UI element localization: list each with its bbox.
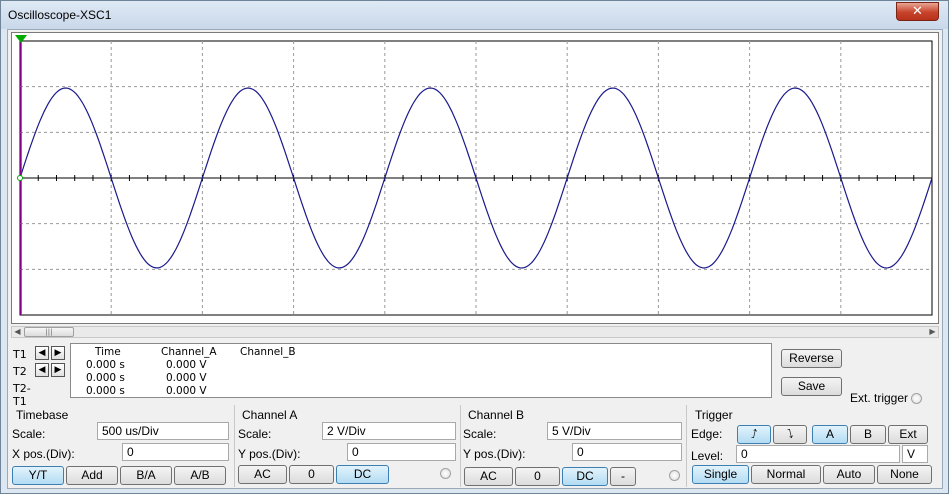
channel-b-ypos-field[interactable]: 0 — [572, 443, 682, 461]
readout-t2t1-time: 0.000 s — [86, 385, 125, 397]
reverse-button[interactable]: Reverse — [781, 349, 842, 368]
t2-left-arrow-icon[interactable]: ◀ — [35, 363, 49, 377]
channel-b-terminal[interactable] — [669, 470, 680, 481]
channel-b-zero-button[interactable]: 0 — [515, 467, 560, 486]
channel-b-minus-button[interactable]: - — [610, 467, 636, 486]
cursor-t2-label: T2 — [13, 365, 27, 378]
oscilloscope-window: Oscilloscope-XSC1 ✕ ◀ ||| ▶ T1 ◀ ▶ T2 ◀ … — [0, 0, 949, 494]
channel-a-scale-field[interactable]: 2 V/Div — [322, 422, 456, 440]
ext-trigger-label: Ext. trigger — [850, 391, 909, 405]
client-area: ◀ ||| ▶ T1 ◀ ▶ T2 ◀ ▶ T2-T1 Time Channel… — [7, 29, 943, 489]
channel-a-title: Channel A — [242, 408, 298, 422]
readout-header-time: Time — [95, 346, 121, 358]
channel-b-dc-button[interactable]: DC — [562, 467, 608, 486]
scope-screen — [15, 35, 933, 316]
t2-right-arrow-icon[interactable]: ▶ — [51, 363, 65, 377]
horizontal-scrollbar[interactable]: ◀ ||| ▶ — [11, 326, 939, 338]
trigger-title: Trigger — [695, 408, 733, 422]
mode-ab-button[interactable]: A/B — [174, 466, 226, 485]
readout-t1-time: 0.000 s — [86, 359, 125, 371]
mode-ba-button[interactable]: B/A — [120, 466, 172, 485]
xpos-field[interactable]: 0 — [122, 443, 229, 461]
mode-yt-button[interactable]: Y/T — [12, 466, 64, 485]
trigger-level-unit[interactable]: V — [902, 445, 928, 463]
cursor-t2t1-label: T2-T1 — [13, 382, 31, 408]
ground-marker-icon — [17, 175, 23, 181]
t1-right-arrow-icon[interactable]: ▶ — [51, 346, 65, 360]
timebase-title: Timebase — [16, 408, 69, 422]
scope-display[interactable] — [11, 32, 939, 324]
trigger-auto-button[interactable]: Auto — [823, 465, 875, 484]
trigger-none-button[interactable]: None — [877, 465, 932, 484]
channel-b-scale-label: Scale: — [463, 427, 497, 441]
channel-a-ypos-label: Y pos.(Div): — [238, 447, 301, 461]
rising-edge-icon: ⭜ — [750, 427, 758, 441]
channel-a-dc-button[interactable]: DC — [336, 465, 389, 484]
xpos-label: X pos.(Div): — [12, 447, 75, 461]
readout-t2-channel-a: 0.000 V — [166, 372, 207, 384]
channel-a-scale-label: Scale: — [238, 427, 272, 441]
trigger-source-b-button[interactable]: B — [850, 425, 886, 444]
divider — [460, 405, 461, 487]
trigger-level-label: Level: — [691, 449, 724, 463]
scroll-thumb[interactable]: ||| — [24, 327, 74, 337]
readout-t2-time: 0.000 s — [86, 372, 125, 384]
readout-t2t1-channel-a: 0.000 V — [166, 385, 207, 397]
channel-a-ypos-field[interactable]: 0 — [347, 443, 456, 461]
t1-left-arrow-icon[interactable]: ◀ — [35, 346, 49, 360]
channel-a-zero-button[interactable]: 0 — [289, 465, 334, 484]
window-title: Oscilloscope-XSC1 — [8, 8, 112, 22]
readout-header-channel-a: Channel_A — [161, 346, 217, 358]
trigger-source-ext-button[interactable]: Ext — [888, 425, 928, 444]
cursor-t1-label: T1 — [13, 348, 27, 361]
channel-a-terminal[interactable] — [440, 468, 451, 479]
timebase-scale-field[interactable]: 500 us/Div — [97, 422, 229, 440]
close-button[interactable]: ✕ — [896, 2, 939, 21]
mode-add-button[interactable]: Add — [66, 466, 118, 485]
readout-t1-channel-a: 0.000 V — [166, 359, 207, 371]
ext-trigger-terminal[interactable] — [911, 393, 922, 404]
channel-b-ac-button[interactable]: AC — [464, 467, 513, 486]
edge-rising-button[interactable]: ⭜ — [737, 425, 771, 444]
edge-falling-button[interactable]: ⭝ — [773, 425, 807, 444]
trigger-level-field[interactable]: 0 — [736, 445, 900, 463]
measurement-readout: Time Channel_A Channel_B 0.000 s 0.000 V… — [70, 343, 772, 398]
save-button[interactable]: Save — [781, 377, 842, 396]
readout-header-channel-b: Channel_B — [240, 346, 296, 358]
falling-edge-icon: ⭝ — [786, 427, 794, 441]
scroll-left-icon[interactable]: ◀ — [12, 327, 23, 337]
channel-b-scale-field[interactable]: 5 V/Div — [547, 422, 682, 440]
cursor-controls: T1 ◀ ▶ T2 ◀ ▶ T2-T1 — [11, 342, 69, 408]
channel-b-title: Channel B — [468, 408, 525, 422]
trigger-source-a-button[interactable]: A — [812, 425, 848, 444]
divider — [686, 405, 687, 487]
trigger-single-button[interactable]: Single — [692, 465, 749, 484]
scroll-right-icon[interactable]: ▶ — [927, 327, 938, 337]
trigger-normal-button[interactable]: Normal — [751, 465, 821, 484]
divider — [234, 405, 235, 487]
channel-a-ac-button[interactable]: AC — [238, 465, 287, 484]
title-bar[interactable]: Oscilloscope-XSC1 ✕ — [1, 1, 948, 29]
channel-b-ypos-label: Y pos.(Div): — [463, 447, 526, 461]
timebase-scale-label: Scale: — [12, 427, 46, 441]
trigger-edge-label: Edge: — [691, 427, 723, 441]
